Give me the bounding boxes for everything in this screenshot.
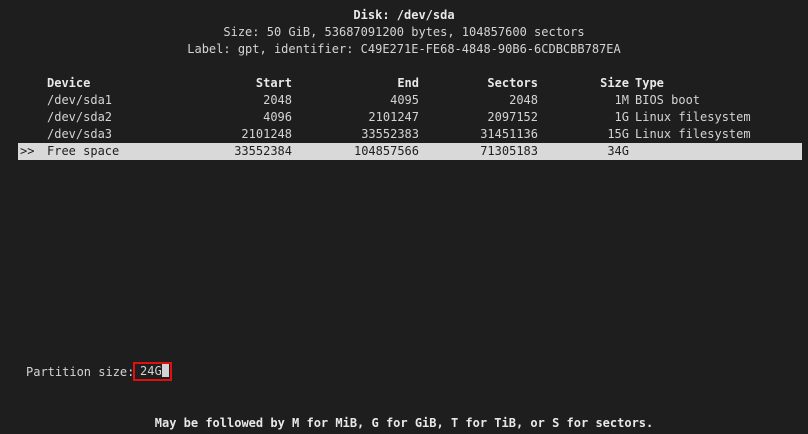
row-type: Linux filesystem (635, 110, 751, 124)
row-size: 34G (607, 144, 629, 158)
row-size: 1M (614, 93, 629, 107)
disk-title: Disk: /dev/sda (353, 8, 455, 22)
size-hint: May be followed by M for MiB, G for GiB,… (154, 416, 654, 430)
row-end: 33552383 (361, 127, 419, 141)
table-header: Device Start End Sectors Size Type (18, 75, 802, 92)
table-row-sda3[interactable]: /dev/sda3 2101248 33552383 31451136 15G … (18, 126, 802, 143)
table-row-sda1[interactable]: /dev/sda1 2048 4095 2048 1M BIOS boot (18, 92, 802, 109)
row-start: 4096 (263, 110, 292, 124)
row-type: Linux filesystem (635, 127, 751, 141)
partition-size-label: Partition size: (26, 365, 135, 379)
row-device: Free space (47, 144, 120, 158)
row-sectors: 31451136 (480, 127, 538, 141)
table-row-free-space[interactable]: >> Free space 33552384 104857566 7130518… (18, 143, 802, 160)
row-sectors: 2048 (509, 93, 538, 107)
column-device: Device (47, 76, 91, 90)
column-type: Type (635, 76, 664, 90)
row-end: 104857566 (353, 144, 419, 158)
row-start: 2048 (263, 93, 292, 107)
partition-size-input[interactable]: 24G (133, 362, 172, 381)
disk-label-info: Label: gpt, identifier: C49E271E-FE68-48… (187, 42, 621, 56)
row-type: BIOS boot (635, 93, 701, 107)
row-sectors: 71305183 (480, 144, 538, 158)
row-device: /dev/sda1 (47, 93, 113, 107)
row-start: 2101248 (241, 127, 292, 141)
row-end: 2101247 (368, 110, 419, 124)
table-row-sda2[interactable]: /dev/sda2 4096 2101247 2097152 1G Linux … (18, 109, 802, 126)
column-start: Start (255, 76, 292, 90)
row-end: 4095 (390, 93, 419, 107)
row-size: 1G (614, 110, 629, 124)
row-size: 15G (607, 127, 629, 141)
row-sectors: 2097152 (487, 110, 538, 124)
row-device: /dev/sda2 (47, 110, 113, 124)
selection-pointer: >> (20, 144, 35, 158)
disk-size-info: Size: 50 GiB, 53687091200 bytes, 1048576… (223, 25, 585, 39)
partition-size-value: 24G (140, 364, 162, 378)
text-cursor (161, 364, 169, 377)
column-end: End (397, 76, 419, 90)
row-start: 33552384 (234, 144, 292, 158)
column-size: Size (600, 76, 629, 90)
row-device: /dev/sda3 (47, 127, 113, 141)
column-sectors: Sectors (487, 76, 538, 90)
